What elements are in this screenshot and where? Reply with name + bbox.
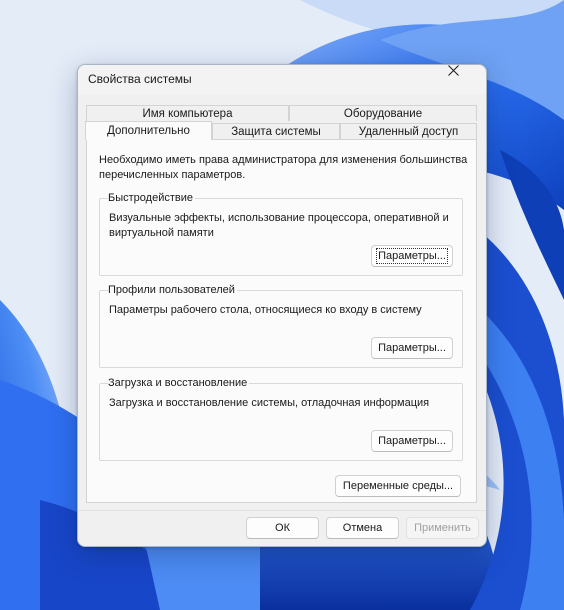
startup-recovery-group: Загрузка и восстановление Загрузка и вос… [99,376,463,461]
ok-button[interactable]: ОК [246,517,319,539]
title-bar[interactable]: Свойства системы [78,65,486,95]
tab-label: Оборудование [343,107,423,120]
button-label: Отмена [342,522,383,534]
button-label: ОК [275,522,290,534]
tab-label: Удаленный доступ [358,125,459,138]
admin-rights-notice: Необходимо иметь права администратора дл… [99,154,468,181]
user-profiles-description: Параметры рабочего стола, относящиеся ко… [109,304,422,316]
close-button[interactable] [448,65,486,95]
button-label: Параметры... [376,248,448,264]
advanced-tab-panel: Необходимо иметь права администратора дл… [86,139,477,503]
performance-group-title: Быстродействие [108,191,195,205]
tab-label: Дополнительно [107,125,190,137]
button-label: Применить [414,522,471,534]
tab-label: Имя компьютера [142,107,233,120]
tab-hardware[interactable]: Оборудование [289,105,477,121]
system-properties-dialog: Свойства системы Имя компьютера Оборудов… [77,64,487,547]
startup-recovery-settings-button[interactable]: Параметры... [371,430,453,452]
apply-button[interactable]: Применить [406,517,479,539]
startup-recovery-group-title: Загрузка и восстановление [108,376,250,390]
button-label: Параметры... [378,342,446,354]
tab-system-protection[interactable]: Защита системы [212,123,340,139]
button-label: Переменные среды... [342,480,454,492]
tab-computer-name[interactable]: Имя компьютера [86,105,289,121]
startup-recovery-description: Загрузка и восстановление системы, отлад… [109,397,430,409]
user-profiles-settings-button[interactable]: Параметры... [371,337,453,359]
dialog-footer: ОК Отмена Применить [78,510,486,546]
performance-description: Визуальные эффекты, использование процес… [109,212,449,239]
tab-label: Защита системы [231,125,321,138]
performance-settings-button[interactable]: Параметры... [371,245,453,267]
cancel-button[interactable]: Отмена [326,517,399,539]
close-icon [448,65,459,76]
tab-remote-access[interactable]: Удаленный доступ [340,123,477,139]
window-title: Свойства системы [88,72,192,86]
environment-variables-button[interactable]: Переменные среды... [335,475,461,497]
user-profiles-group-title: Профили пользователей [108,283,237,297]
button-label: Параметры... [378,435,446,447]
user-profiles-group: Профили пользователей Параметры рабочего… [99,283,463,368]
desktop-wallpaper: Свойства системы Имя компьютера Оборудов… [0,0,564,610]
performance-group: Быстродействие Визуальные эффекты, испол… [99,191,463,276]
tab-advanced[interactable]: Дополнительно [85,121,212,140]
